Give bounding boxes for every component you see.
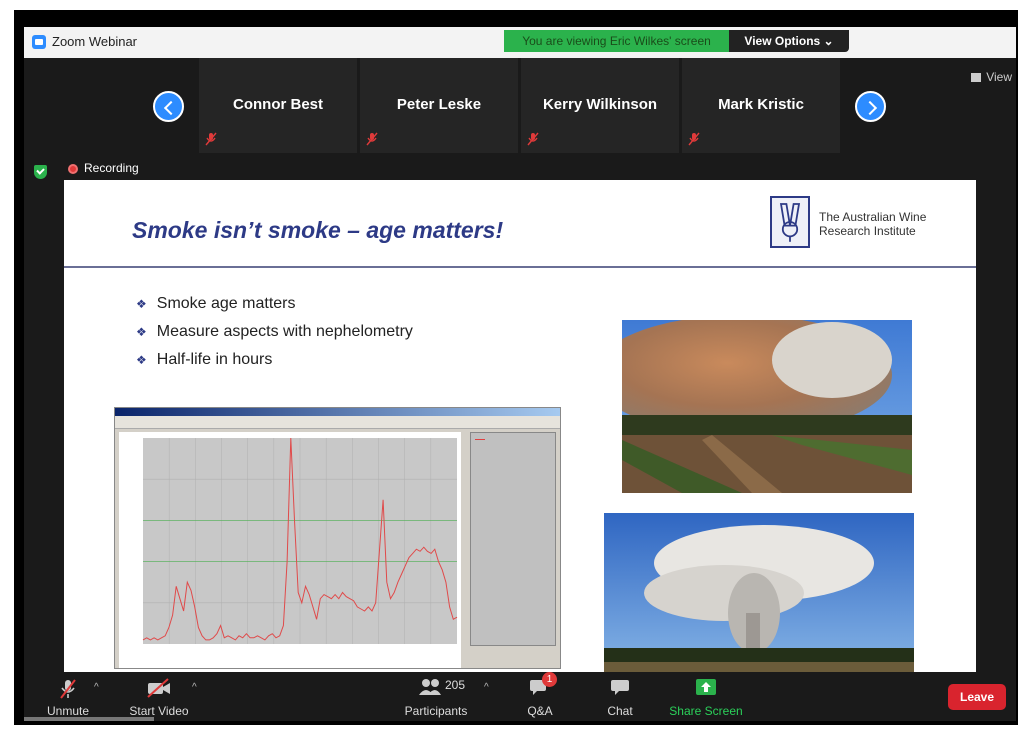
nephel-toolbar <box>115 416 560 429</box>
awri-text-line1: The Australian Wine <box>819 210 927 224</box>
qa-notification-badge: 1 <box>542 672 557 687</box>
title-bar: Zoom Webinar You are viewing Eric Wilkes… <box>24 27 1016 58</box>
participant-name: Peter Leske <box>396 96 482 113</box>
awri-logo-icon <box>770 196 810 248</box>
bullet-item: Half-life in hours <box>136 346 413 374</box>
awri-text-line2: Research Institute <box>819 224 916 238</box>
title-divider <box>64 266 976 268</box>
share-screen-label: Share Screen <box>669 704 743 718</box>
zoom-window: Zoom Webinar You are viewing Eric Wilkes… <box>24 27 1016 721</box>
participant-tile[interactable]: Connor Best <box>199 58 357 153</box>
security-shield-icon <box>34 165 47 179</box>
participants-count: 205 <box>445 678 466 692</box>
shared-screen-slide: Smoke isn’t smoke – age matters! The Aus… <box>64 180 976 687</box>
bullet-item: Smoke age matters <box>136 290 413 318</box>
video-options-caret-icon[interactable]: ^ <box>192 682 197 693</box>
video-off-icon <box>147 678 170 698</box>
awri-logo-text: The Australian Wine Research Institute <box>819 210 959 238</box>
slide-title: Smoke isn’t smoke – age matters! <box>132 217 504 243</box>
muted-mic-icon <box>688 132 700 146</box>
leave-button[interactable]: Leave <box>948 684 1006 710</box>
bullet-list: Smoke age matters Measure aspects with n… <box>136 290 413 374</box>
participant-tile[interactable]: Kerry Wilkinson <box>521 58 679 153</box>
nephelometer-software-screenshot <box>114 407 561 669</box>
participant-gallery-strip: Connor Best Peter Leske Kerry Wilkinson … <box>24 58 1016 153</box>
screen-share-banner: You are viewing Eric Wilkes' screen <box>504 30 729 52</box>
share-screen-arrow-icon <box>696 679 716 695</box>
participants-label: Participants <box>404 704 468 718</box>
unmute-label: Unmute <box>46 704 90 718</box>
zoom-app-icon <box>32 35 46 49</box>
qa-button[interactable]: 1 Q&A <box>520 672 560 721</box>
participants-options-caret-icon[interactable]: ^ <box>484 682 489 693</box>
muted-mic-icon <box>527 132 539 146</box>
participant-name: Kerry Wilkinson <box>542 96 658 113</box>
bullet-item: Measure aspects with nephelometry <box>136 318 413 346</box>
muted-mic-icon <box>205 132 217 146</box>
participant-name: Mark Kristic <box>718 96 804 113</box>
gallery-prev-arrow-icon[interactable] <box>153 91 184 122</box>
share-screen-button[interactable]: Share Screen <box>668 672 744 721</box>
nephel-legend-panel <box>470 432 556 646</box>
chat-bubble-icon <box>611 680 629 695</box>
start-video-button[interactable]: Start Video <box>124 672 194 721</box>
participants-icon <box>419 679 441 695</box>
participants-button[interactable]: 205 Participants <box>400 672 472 721</box>
chat-label: Chat <box>607 704 633 718</box>
recording-dot-icon <box>68 164 78 174</box>
participant-tile[interactable]: Peter Leske <box>360 58 518 153</box>
view-options-button[interactable]: View Options ⌄ <box>729 30 849 52</box>
start-video-label: Start Video <box>129 704 189 718</box>
meeting-toolbar: Unmute ^ Start Video ^ 205 Participants … <box>24 672 1016 721</box>
view-button[interactable]: View <box>971 70 1012 84</box>
recording-label: Recording <box>84 161 139 175</box>
muted-microphone-icon <box>60 679 76 699</box>
unmute-button[interactable]: Unmute <box>38 672 98 721</box>
audio-options-caret-icon[interactable]: ^ <box>94 682 99 693</box>
recording-bar: Recording <box>64 153 976 180</box>
participant-tile[interactable]: Mark Kristic <box>682 58 840 153</box>
nephel-window-titlebar <box>115 408 560 416</box>
vineyard-smoke-photo <box>622 320 912 493</box>
horizontal-scrollbar-thumb[interactable] <box>24 717 154 721</box>
gallery-next-arrow-icon[interactable] <box>855 91 886 122</box>
app-title: Zoom Webinar <box>52 34 138 49</box>
chat-button[interactable]: Chat <box>600 672 640 721</box>
bushfire-smoke-plume-photo <box>604 513 914 687</box>
participant-name: Connor Best <box>233 96 323 113</box>
muted-mic-icon <box>366 132 378 146</box>
qa-label: Q&A <box>527 704 553 718</box>
nephel-line-chart <box>119 432 461 668</box>
